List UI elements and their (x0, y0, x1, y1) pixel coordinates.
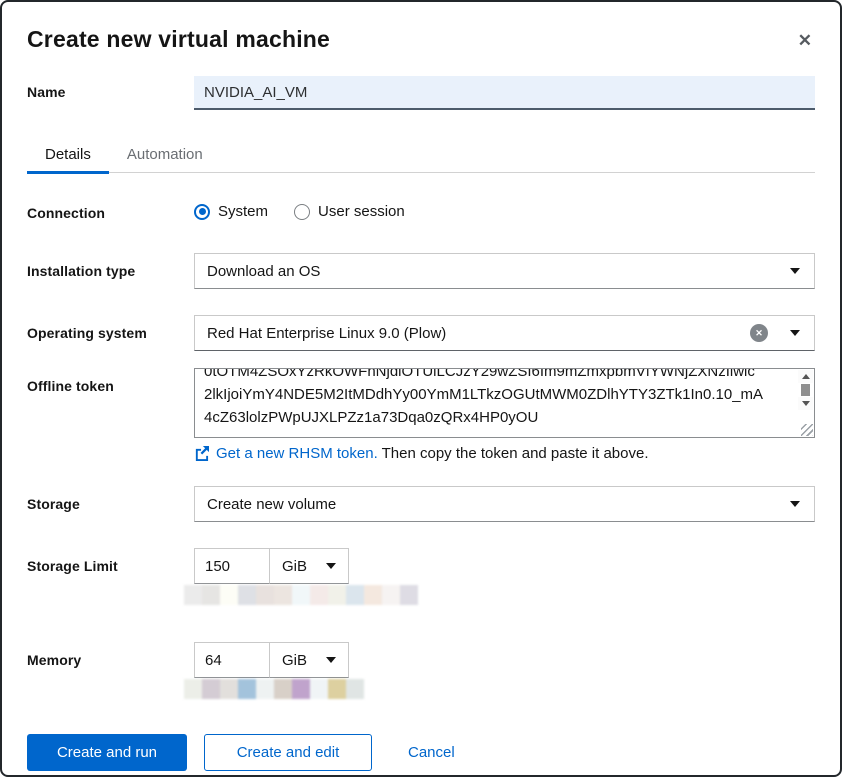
storage-row: Storage Create new volume (27, 486, 815, 522)
clear-selection-icon[interactable]: ✕ (750, 324, 768, 342)
scroll-up-icon[interactable] (798, 370, 813, 383)
tab-details[interactable]: Details (27, 138, 109, 174)
radio-selected-icon[interactable] (194, 203, 210, 220)
connection-label: Connection (27, 205, 105, 221)
cancel-button[interactable]: Cancel (408, 744, 455, 761)
chevron-down-icon (790, 330, 800, 336)
radio-system[interactable]: System (194, 203, 268, 220)
memory-redacted-helper-text (184, 679, 815, 699)
external-link-icon (194, 446, 209, 461)
offline-token-textarea[interactable]: 0tOTM4ZSOxYzRkOWFhNjdiOTUiLCJzY29wZSI6Im… (194, 368, 815, 438)
installation-type-row: Installation type Download an OS (27, 253, 815, 289)
installation-type-value: Download an OS (207, 262, 321, 280)
get-rhsm-token-link[interactable]: Get a new RHSM token. (216, 445, 378, 462)
scroll-down-icon[interactable] (798, 397, 813, 410)
operating-system-label: Operating system (27, 325, 147, 341)
memory-input[interactable] (194, 642, 270, 678)
offline-token-row: Offline token 0tOTM4ZSOxYzRkOWFhNjdiOTUi… (27, 368, 815, 486)
installation-type-label: Installation type (27, 263, 136, 279)
storage-redacted-helper-text (184, 585, 815, 605)
storage-limit-row: Storage Limit GiB (27, 548, 815, 633)
tab-automation[interactable]: Automation (109, 138, 221, 172)
token-help-line: Get a new RHSM token. Then copy the toke… (194, 445, 815, 462)
tab-bar: Details Automation (27, 138, 815, 174)
name-label: Name (27, 84, 66, 100)
close-icon[interactable]: ✕ (798, 32, 812, 49)
create-vm-dialog: Create new virtual machine ✕ Name Detail… (0, 0, 842, 777)
token-help-text: Then copy the token and paste it above. (377, 445, 649, 462)
storage-limit-input[interactable] (194, 548, 270, 584)
dialog-title: Create new virtual machine (27, 26, 331, 52)
connection-row: Connection System User session (27, 202, 815, 221)
storage-value: Create new volume (207, 495, 337, 513)
dialog-footer: Create and run Create and edit Cancel (27, 734, 815, 771)
chevron-down-icon (326, 563, 336, 569)
dialog-header: Create new virtual machine ✕ (27, 26, 815, 60)
memory-unit-select[interactable]: GiB (269, 642, 349, 678)
scrollbar-thumb[interactable] (801, 384, 810, 396)
resize-grip[interactable] (801, 424, 813, 436)
chevron-down-icon (790, 501, 800, 507)
create-and-run-button[interactable]: Create and run (27, 734, 187, 771)
chevron-down-icon (326, 657, 336, 663)
storage-limit-unit-value: GiB (282, 557, 308, 575)
memory-row: Memory GiB (27, 642, 815, 726)
radio-user-session[interactable]: User session (294, 203, 405, 220)
name-row: Name (27, 76, 815, 110)
storage-limit-label: Storage Limit (27, 558, 118, 574)
chevron-down-icon (790, 268, 800, 274)
radio-system-label: System (218, 203, 269, 220)
storage-limit-unit-select[interactable]: GiB (269, 548, 349, 584)
create-and-edit-button[interactable]: Create and edit (204, 734, 372, 771)
offline-token-label: Offline token (27, 378, 114, 394)
vm-name-input[interactable] (194, 76, 815, 110)
operating-system-select[interactable]: Red Hat Enterprise Linux 9.0 (Plow) ✕ (194, 315, 815, 351)
memory-label: Memory (27, 652, 82, 668)
radio-unselected-icon[interactable] (294, 203, 311, 220)
radio-user-session-label: User session (318, 203, 405, 220)
operating-system-value: Red Hat Enterprise Linux 9.0 (Plow) (207, 324, 447, 342)
memory-unit-value: GiB (282, 651, 308, 669)
offline-token-value: 0tOTM4ZSOxYzRkOWFhNjdiOTUiLCJzY29wZSI6Im… (204, 368, 764, 426)
storage-select[interactable]: Create new volume (194, 486, 815, 522)
operating-system-row: Operating system Red Hat Enterprise Linu… (27, 315, 815, 351)
scrollbar[interactable] (798, 370, 813, 410)
installation-type-select[interactable]: Download an OS (194, 253, 815, 289)
storage-label: Storage (27, 496, 80, 512)
